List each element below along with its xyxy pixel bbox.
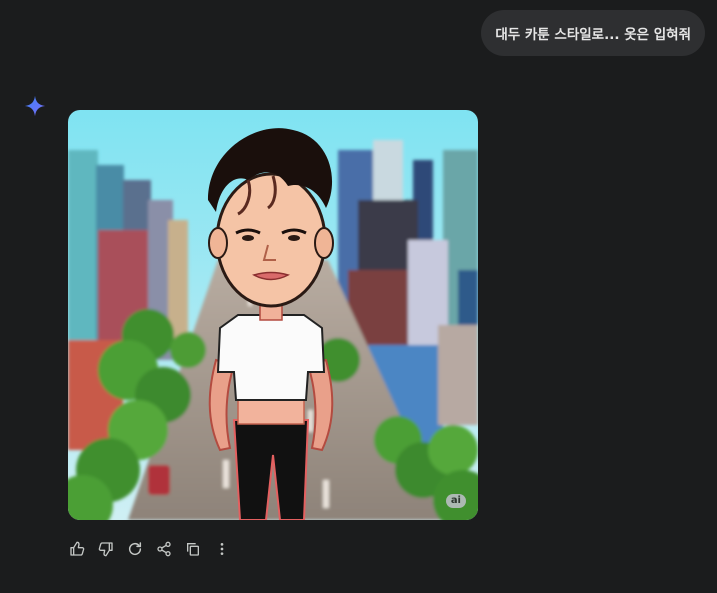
refresh-icon	[128, 542, 141, 556]
thumb-down-icon	[98, 542, 113, 557]
thumbs-down-button[interactable]	[91, 536, 120, 562]
ai-badge: ai	[445, 494, 466, 508]
share-button[interactable]	[149, 536, 178, 562]
copy-icon	[186, 543, 199, 556]
caricature-illustration	[68, 110, 478, 520]
thumb-up-icon	[69, 541, 84, 556]
more-options-button[interactable]	[207, 536, 236, 562]
share-icon	[156, 541, 171, 557]
gemini-spark-icon	[24, 95, 46, 117]
more-vertical-icon	[220, 543, 223, 555]
user-message-bubble: 대두 카툰 스타일로... 옷은 입혀줘	[481, 10, 705, 56]
regenerate-button[interactable]	[120, 536, 149, 562]
copy-button[interactable]	[178, 536, 207, 562]
thumbs-up-button[interactable]	[62, 536, 91, 562]
user-message-text: 대두 카툰 스타일로... 옷은 입혀줘	[495, 27, 691, 43]
response-actions	[62, 536, 236, 562]
generated-image[interactable]: ai	[68, 110, 478, 520]
